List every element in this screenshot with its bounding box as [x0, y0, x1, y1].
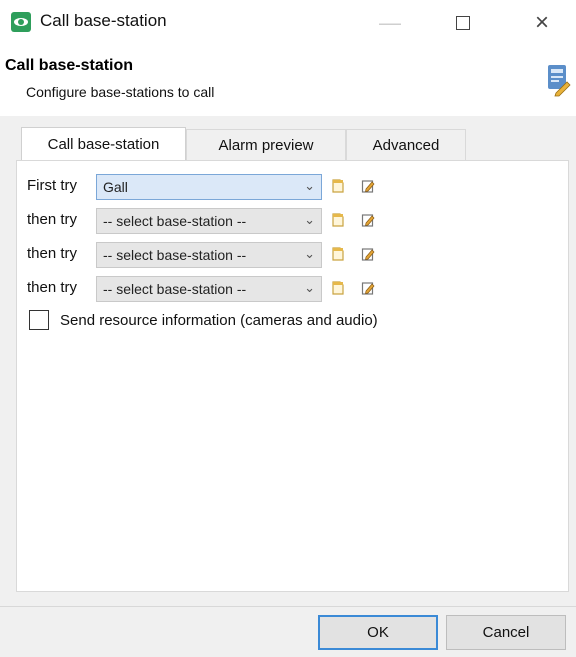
- select-value: -- select base-station --: [103, 213, 247, 229]
- window-title: Call base-station: [40, 11, 167, 30]
- then-try-label: then try: [27, 211, 78, 228]
- new-base-station-icon[interactable]: [331, 178, 345, 194]
- select-value: Gall: [103, 179, 128, 195]
- footer-divider: [0, 606, 576, 607]
- first-try-select[interactable]: Gall ⌄: [96, 174, 322, 200]
- tab-call-base-station[interactable]: Call base-station: [21, 127, 186, 161]
- minimize-icon: —: [379, 10, 401, 35]
- edit-base-station-icon[interactable]: [361, 212, 375, 228]
- maximize-button[interactable]: [441, 6, 485, 40]
- then-try-select-3[interactable]: -- select base-station -- ⌄: [96, 276, 322, 302]
- minimize-button[interactable]: —: [368, 6, 412, 40]
- tab-advanced[interactable]: Advanced: [346, 129, 466, 161]
- close-button[interactable]: ×: [520, 6, 564, 40]
- then-try-label: then try: [27, 245, 78, 262]
- edit-base-station-icon[interactable]: [361, 280, 375, 296]
- then-try-label: then try: [27, 279, 78, 296]
- tab-alarm-preview[interactable]: Alarm preview: [186, 129, 346, 161]
- first-try-label: First try: [27, 177, 77, 194]
- title-bar: Call base-station — ×: [0, 0, 576, 48]
- select-value: -- select base-station --: [103, 247, 247, 263]
- tab-label: Alarm preview: [218, 137, 314, 154]
- ok-button[interactable]: OK: [318, 615, 438, 650]
- dialog-subtitle: Configure base-stations to call: [26, 84, 215, 100]
- select-value: -- select base-station --: [103, 281, 247, 297]
- then-try-select-1[interactable]: -- select base-station -- ⌄: [96, 208, 322, 234]
- ok-label: OK: [367, 624, 389, 641]
- send-resource-info-label[interactable]: Send resource information (cameras and a…: [60, 312, 378, 329]
- then-try-select-2[interactable]: -- select base-station -- ⌄: [96, 242, 322, 268]
- chevron-down-icon: ⌄: [304, 246, 315, 261]
- chevron-down-icon: ⌄: [304, 212, 315, 227]
- send-resource-info-checkbox[interactable]: [29, 310, 49, 330]
- tab-label: Call base-station: [47, 136, 160, 153]
- cancel-button[interactable]: Cancel: [446, 615, 566, 650]
- chevron-down-icon: ⌄: [304, 178, 315, 193]
- maximize-icon: [456, 16, 470, 30]
- tab-label: Advanced: [372, 137, 440, 154]
- edit-base-station-icon[interactable]: [361, 246, 375, 262]
- close-icon: ×: [534, 9, 549, 36]
- edit-base-station-icon[interactable]: [361, 178, 375, 194]
- dialog-heading: Call base-station: [5, 57, 134, 74]
- new-base-station-icon[interactable]: [331, 212, 345, 228]
- chevron-down-icon: ⌄: [304, 280, 315, 295]
- base-station-edit-icon: [548, 65, 571, 97]
- new-base-station-icon[interactable]: [331, 280, 345, 296]
- new-base-station-icon[interactable]: [331, 246, 345, 262]
- eye-app-icon: [11, 12, 31, 32]
- cancel-label: Cancel: [482, 624, 530, 641]
